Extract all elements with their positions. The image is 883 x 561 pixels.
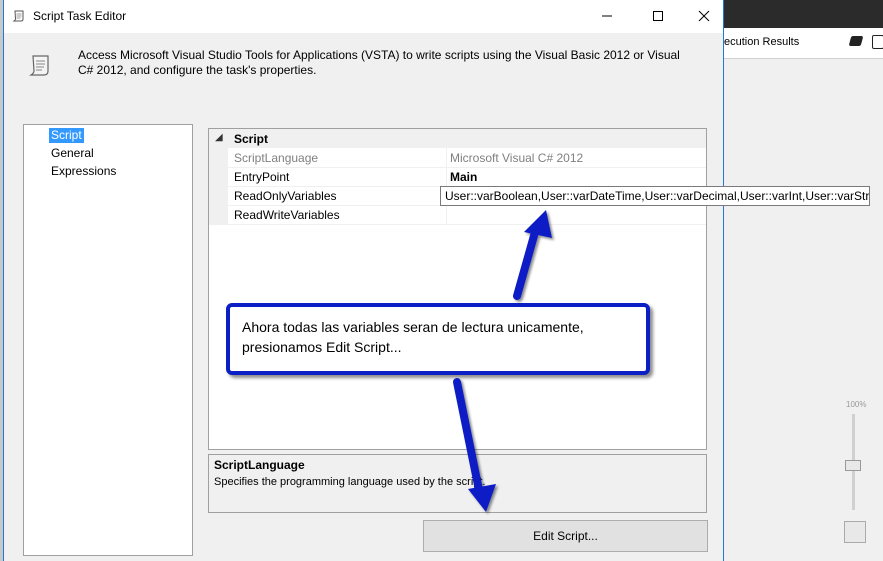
execution-results-tab[interactable]: ecution Results bbox=[724, 36, 799, 48]
zoom-fit-button[interactable] bbox=[844, 521, 866, 543]
background-tabstrip: ecution Results bbox=[724, 28, 883, 59]
dialog-titlebar[interactable]: Script Task Editor bbox=[4, 0, 723, 33]
edit-script-button[interactable]: Edit Script... bbox=[423, 520, 708, 552]
property-row-scriptlanguage[interactable]: ScriptLanguage Microsoft Visual C# 2012 bbox=[209, 148, 706, 168]
script-scroll-icon bbox=[12, 10, 24, 22]
property-value[interactable]: Main bbox=[450, 170, 477, 184]
zoom-label: 100% bbox=[846, 400, 867, 409]
dialog-header: Access Microsoft Visual Studio Tools for… bbox=[4, 33, 723, 106]
minimize-icon bbox=[602, 15, 612, 17]
property-name: ScriptLanguage bbox=[234, 151, 319, 165]
background-titlebar bbox=[724, 0, 883, 28]
property-description-title: ScriptLanguage bbox=[214, 458, 305, 472]
property-grid: ◢ Script ScriptLanguage Microsoft Visual… bbox=[208, 128, 707, 450]
dialog-title: Script Task Editor bbox=[33, 9, 127, 23]
script-task-editor-dialog: Script Task Editor Access Microsoft Visu… bbox=[3, 0, 724, 561]
eraser-icon[interactable] bbox=[848, 36, 864, 46]
property-name: ReadOnlyVariables bbox=[234, 189, 337, 203]
toolbar-icon[interactable] bbox=[872, 35, 883, 49]
nav-item-general[interactable]: General bbox=[49, 146, 96, 161]
property-description-panel: ScriptLanguage Specifies the programming… bbox=[208, 454, 707, 513]
dialog-description: Access Microsoft Visual Studio Tools for… bbox=[78, 48, 680, 77]
readonlyvariables-value-tooltip[interactable]: User::varBoolean,User::varDateTime,User:… bbox=[440, 186, 870, 206]
collapse-chevron-icon[interactable]: ◢ bbox=[215, 132, 223, 143]
navigation-list: Script General Expressions bbox=[23, 124, 193, 556]
close-button[interactable] bbox=[681, 0, 727, 32]
background-app: ecution Results 100% bbox=[724, 0, 883, 561]
script-scroll-icon bbox=[29, 55, 49, 76]
property-name: EntryPoint bbox=[234, 170, 290, 184]
nav-item-expressions[interactable]: Expressions bbox=[49, 164, 118, 179]
zoom-slider-thumb[interactable] bbox=[845, 460, 861, 471]
property-row-readwritevariables[interactable]: ReadWriteVariables bbox=[209, 205, 706, 225]
property-row-entrypoint[interactable]: EntryPoint Main bbox=[209, 167, 706, 187]
close-icon bbox=[698, 10, 710, 22]
maximize-button[interactable] bbox=[635, 0, 681, 32]
nav-item-script[interactable]: Script bbox=[49, 128, 84, 143]
property-value[interactable]: Microsoft Visual C# 2012 bbox=[450, 151, 583, 165]
annotation-text: Ahora todas las variables seran de lectu… bbox=[242, 319, 584, 355]
property-name: ReadWriteVariables bbox=[234, 208, 340, 222]
annotation-callout: Ahora todas las variables seran de lectu… bbox=[226, 303, 650, 375]
property-category-script[interactable]: ◢ Script bbox=[209, 129, 706, 148]
minimize-button[interactable] bbox=[584, 0, 630, 32]
property-description-text: Specifies the programming language used … bbox=[214, 476, 486, 488]
category-label: Script bbox=[234, 132, 269, 146]
maximize-icon bbox=[653, 11, 663, 21]
